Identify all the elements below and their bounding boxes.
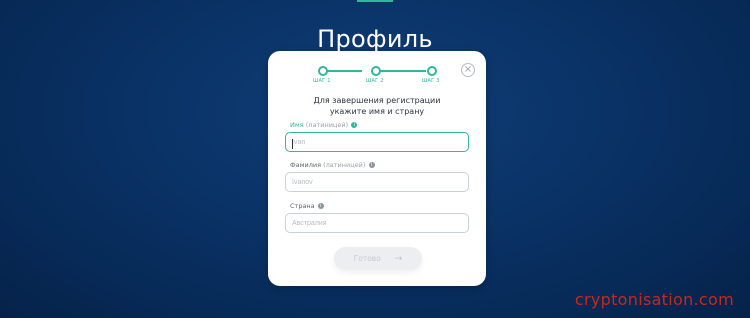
- country-label: Страна i: [290, 202, 324, 210]
- instructions-line-1: Для завершения регистрации: [313, 96, 441, 105]
- text-caret: [292, 139, 293, 149]
- info-icon[interactable]: i: [368, 162, 375, 168]
- step-1-dot: [318, 66, 328, 76]
- step-2-dot: [371, 66, 381, 76]
- watermark: cryptonisation.com: [574, 290, 734, 309]
- profile-card: × ШАГ 1 ШАГ 2 ШАГ 3 Для завершения регис…: [268, 51, 486, 286]
- last-name-label: Фамилия (латиницей) i: [290, 161, 375, 169]
- last-name-hint: (латиницей): [323, 161, 366, 169]
- instructions-line-2: укажите имя и страну: [329, 107, 425, 116]
- info-icon[interactable]: i: [351, 122, 358, 128]
- last-name-input[interactable]: [285, 172, 469, 192]
- top-accent-bar: [357, 0, 393, 2]
- arrow-right-icon: →: [394, 253, 403, 264]
- last-name-label-text: Фамилия: [290, 161, 321, 169]
- submit-label: Готово: [353, 254, 381, 263]
- page-title: Профиль: [317, 25, 433, 54]
- registration-stepper: ШАГ 1 ШАГ 2 ШАГ 3: [308, 65, 448, 89]
- step-2-label: ШАГ 2: [366, 78, 384, 84]
- step-connector: [322, 70, 362, 72]
- country-label-text: Страна: [290, 202, 315, 210]
- step-3-dot: [427, 66, 437, 76]
- info-icon[interactable]: i: [317, 203, 324, 209]
- step-3-label: ШАГ 3: [422, 78, 440, 84]
- close-icon: ×: [463, 64, 473, 75]
- first-name-input[interactable]: [285, 132, 469, 152]
- first-name-label: Имя (латиницей) i: [290, 121, 358, 129]
- form-instructions: Для завершения регистрации укажите имя и…: [268, 95, 486, 117]
- country-input[interactable]: [285, 213, 469, 233]
- submit-button[interactable]: Готово →: [334, 247, 422, 270]
- step-connector: [376, 70, 426, 72]
- first-name-hint: (латиницей): [305, 121, 349, 129]
- first-name-label-text: Имя: [290, 121, 304, 129]
- step-1-label: ШАГ 1: [313, 78, 331, 84]
- close-button[interactable]: ×: [461, 63, 475, 77]
